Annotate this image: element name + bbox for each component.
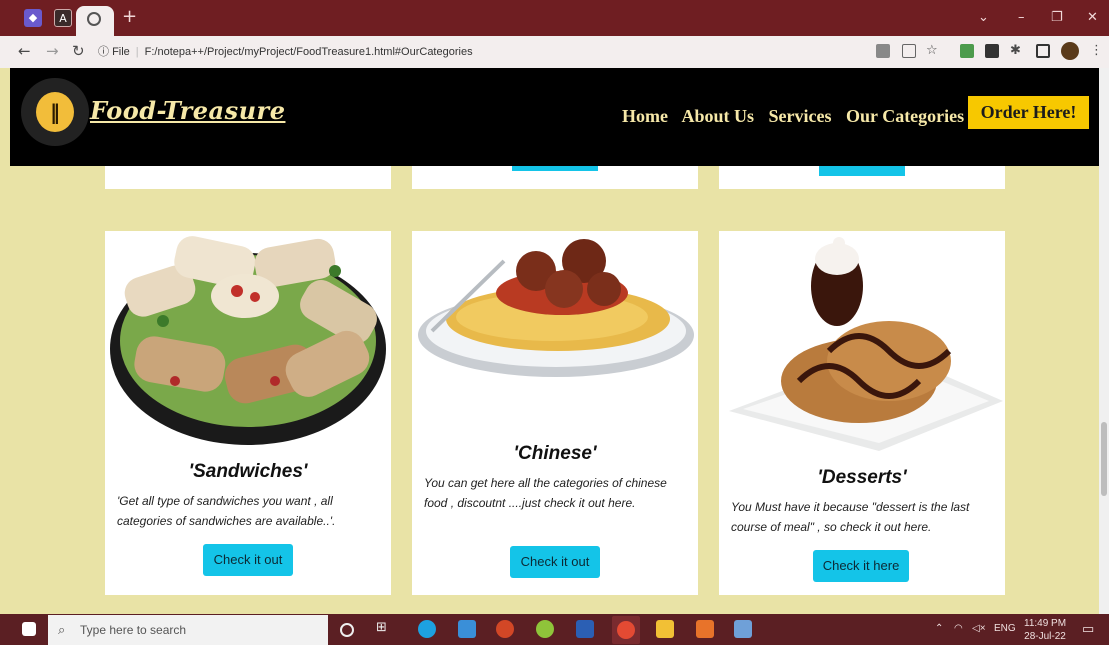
new-tab-icon[interactable]: +: [122, 7, 137, 27]
category-card-desserts: 'Desserts' You Must have it because "des…: [719, 231, 1005, 595]
card-title: 'Desserts': [817, 467, 907, 488]
main-nav: Home About Us Services Our Categories: [622, 106, 974, 127]
check-it-out-button[interactable]: Check it out: [203, 544, 293, 576]
word-icon[interactable]: [576, 620, 594, 638]
extension-icon[interactable]: [960, 44, 974, 58]
card-title: 'Chinese': [513, 443, 597, 464]
scrollbar-thumb[interactable]: [1101, 422, 1107, 496]
site-header: ‖ Food-Treasure Home About Us Services O…: [10, 68, 1099, 166]
brand-name[interactable]: Food-Treasure: [90, 96, 285, 125]
globe-icon: [87, 12, 101, 26]
card-description: You can get here all the categories of c…: [424, 476, 667, 510]
url-text: F:/notepa++/Project/myProject/FoodTreasu…: [144, 46, 473, 58]
file-explorer-icon[interactable]: [656, 620, 674, 638]
sandwich-platter-image: [105, 231, 391, 451]
back-icon[interactable]: ←: [18, 42, 31, 60]
bookmark-star-icon[interactable]: ☆: [926, 43, 938, 58]
order-here-button[interactable]: Order Here!: [968, 96, 1089, 129]
nav-services[interactable]: Services: [769, 106, 832, 126]
notifications-icon[interactable]: ▭: [1082, 621, 1094, 637]
chocolate-dessert-image: [719, 231, 1005, 461]
task-view-icon[interactable]: ⊞: [376, 620, 394, 638]
minimize-icon[interactable]: –: [1018, 10, 1025, 25]
teams-tab-icon[interactable]: ◆: [24, 9, 42, 27]
cortana-icon[interactable]: [340, 623, 354, 637]
powerpoint-icon[interactable]: [496, 620, 514, 638]
chrome-taskbar-button[interactable]: [612, 616, 640, 644]
sublime-text-icon[interactable]: [696, 620, 714, 638]
extension-icon[interactable]: [985, 44, 999, 58]
tab-icon[interactable]: A: [54, 9, 72, 27]
spaghetti-meatballs-image: [412, 231, 698, 431]
translate-icon[interactable]: [876, 44, 890, 58]
check-it-out-button[interactable]: Check it out: [510, 546, 600, 578]
clock-date: 28-Jul-22: [1024, 631, 1066, 642]
fork-spoon-icon: ‖: [36, 92, 74, 132]
address-bar[interactable]: ⓘ File | F:/notepa++/Project/myProject/Foo…: [98, 40, 898, 64]
nav-our-categories[interactable]: Our Categories: [846, 106, 964, 126]
mail-icon[interactable]: [458, 620, 476, 638]
notepad-icon[interactable]: [734, 620, 752, 638]
forward-icon[interactable]: →: [46, 42, 59, 60]
taskbar-search-input[interactable]: ⌕ Type here to search: [48, 615, 328, 645]
browser-toolbar: ← → ↻ ⓘ File | F:/notepa++/Project/myProje…: [0, 36, 1109, 68]
close-icon[interactable]: ✕: [1087, 10, 1098, 25]
language-indicator[interactable]: ENG: [994, 623, 1016, 634]
category-card-sandwiches: 'Sandwiches' 'Get all type of sandwiches…: [105, 231, 391, 595]
search-icon: ⌕: [58, 622, 66, 637]
info-icon: ⓘ: [98, 46, 109, 58]
chrome-icon: [617, 621, 635, 639]
check-it-here-button[interactable]: Check it here: [813, 550, 909, 582]
address-prefix: File: [112, 46, 130, 58]
windows-start-icon[interactable]: [22, 622, 36, 636]
share-icon[interactable]: [902, 44, 916, 58]
app-icon[interactable]: [536, 620, 554, 638]
reload-icon[interactable]: ↻: [72, 42, 85, 60]
side-panel-icon[interactable]: [1036, 44, 1050, 58]
edge-icon[interactable]: [418, 620, 436, 638]
search-placeholder: Type here to search: [80, 623, 187, 637]
tray-expand-icon[interactable]: ⌃: [935, 623, 943, 634]
nav-about-us[interactable]: About Us: [682, 106, 755, 126]
restore-icon[interactable]: ❐: [1051, 10, 1063, 25]
volume-icon[interactable]: ◁×: [972, 623, 986, 634]
clock-time: 11:49 PM: [1024, 618, 1067, 629]
tab-search-icon[interactable]: ⌄: [978, 10, 989, 25]
logo[interactable]: ‖: [21, 78, 89, 146]
clock[interactable]: 11:49 PM 28-Jul-22: [1024, 617, 1066, 643]
browser-tab-bar: ◆ A + ⌄ – ❐ ✕: [0, 0, 1109, 36]
page-scrollbar[interactable]: [1099, 68, 1109, 614]
card-description: You Must have it because "dessert is the…: [731, 500, 970, 534]
windows-taskbar: ⌕ Type here to search ⊞ ⌃ ◠ ◁× ENG 11:49…: [0, 614, 1109, 645]
category-card-chinese: 'Chinese' You can get here all the categ…: [412, 231, 698, 595]
puzzle-icon[interactable]: ✱: [1010, 43, 1021, 58]
menu-icon[interactable]: ⋮: [1090, 43, 1103, 58]
nav-home[interactable]: Home: [622, 106, 668, 126]
card-description: 'Get all type of sandwiches you want , a…: [117, 494, 336, 528]
wifi-icon[interactable]: ◠: [954, 623, 963, 634]
active-tab[interactable]: [76, 6, 114, 36]
card-title: 'Sandwiches': [188, 461, 308, 482]
profile-avatar[interactable]: [1061, 42, 1079, 60]
